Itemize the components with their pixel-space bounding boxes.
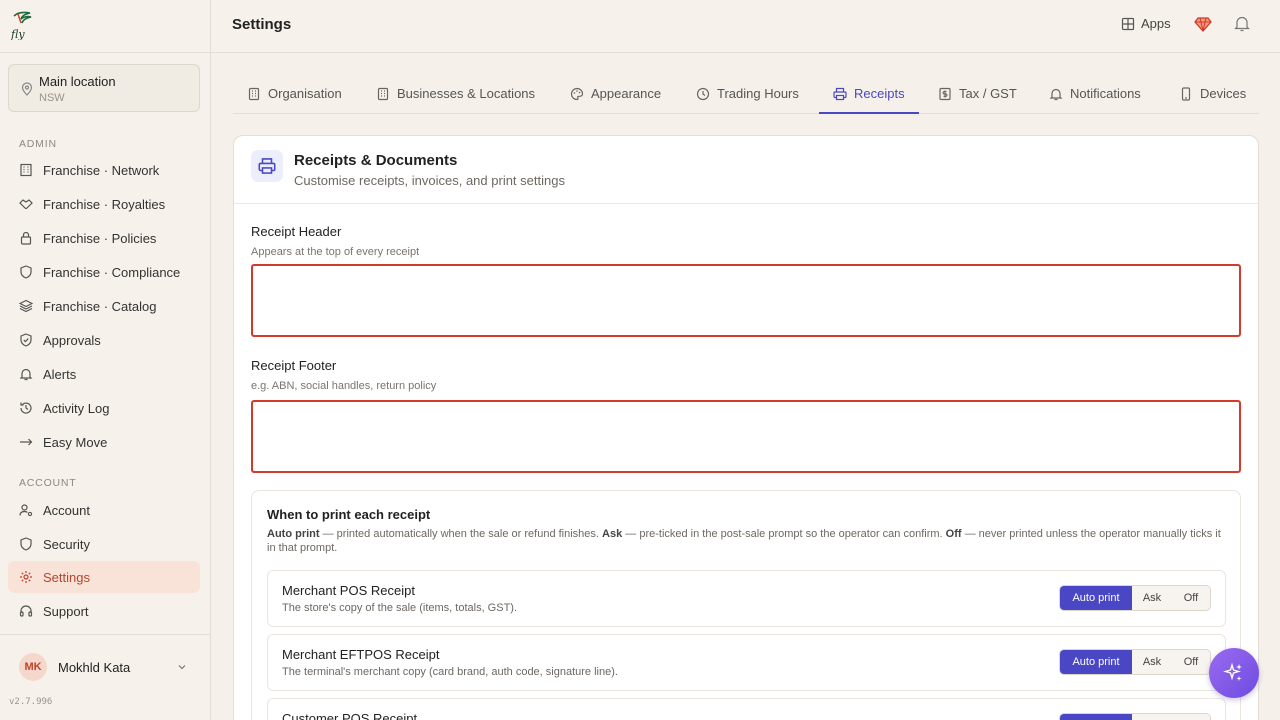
apps-button[interactable]: Apps [1121, 16, 1171, 31]
chevron-down-icon [178, 665, 186, 670]
auto-print-option[interactable]: Auto print [1060, 586, 1132, 610]
sidebar-item-franchise-network[interactable]: Franchise · Network [8, 154, 200, 186]
sidebar-item-easy-move[interactable]: Easy Move [8, 426, 200, 458]
shield-icon [18, 536, 34, 552]
print-mode-toggle: Auto print Ask Off [1059, 585, 1211, 611]
headset-icon [18, 603, 34, 619]
top-header: Settings Apps [211, 0, 1280, 53]
receipt-row-customer-pos: Customer POS Receipt Auto print Ask Off [267, 698, 1226, 720]
receipt-dollar-icon [939, 87, 951, 100]
bell-icon [1049, 88, 1063, 100]
building-icon [248, 87, 260, 100]
map-pin-icon [21, 82, 33, 96]
sidebar-item-settings[interactable]: Settings [8, 561, 200, 593]
location-name: Main location [39, 74, 116, 89]
building-icon [377, 87, 389, 100]
off-option[interactable]: Off [1172, 586, 1210, 610]
receipt-row-merchant-pos: Merchant POS Receipt The store's copy of… [267, 570, 1226, 627]
bell-icon [18, 366, 34, 382]
handshake-icon [18, 196, 34, 212]
off-option[interactable]: Off [1172, 650, 1210, 674]
sidebar-item-franchise-compliance[interactable]: Franchise · Compliance [8, 256, 200, 288]
sidebar-item-alerts[interactable]: Alerts [8, 358, 200, 390]
tab-trading-hours[interactable]: Trading Hours [696, 74, 799, 113]
gem-icon[interactable] [1194, 15, 1212, 33]
print-settings-description: Auto print — printed automatically when … [267, 528, 1221, 554]
ai-assistant-button[interactable] [1209, 648, 1259, 698]
sidebar-item-franchise-royalties[interactable]: Franchise · Royalties [8, 188, 200, 220]
sidebar-item-franchise-policies[interactable]: Franchise · Policies [8, 222, 200, 254]
layers-icon [18, 298, 34, 314]
sidebar-item-approvals[interactable]: Approvals [8, 324, 200, 356]
auto-print-option[interactable]: Auto print [1060, 650, 1132, 674]
app-version: v2.7.996 [9, 697, 53, 707]
sidebar: fly Main location NSW ADMIN Franchise · … [0, 0, 211, 720]
notification-bell-icon[interactable] [1234, 15, 1250, 33]
user-name: Mokhld Kata [58, 660, 131, 675]
print-settings-title: When to print each receipt [267, 507, 431, 522]
off-option[interactable]: Off [1172, 714, 1210, 720]
receipt-header-help: Appears at the top of every receipt [251, 246, 420, 258]
avatar: MK [19, 653, 47, 681]
sidebar-item-franchise-catalog[interactable]: Franchise · Catalog [8, 290, 200, 322]
history-icon [18, 400, 34, 416]
arrow-right-icon [18, 434, 34, 450]
shield-check-icon [18, 332, 34, 348]
card-title: Receipts & Documents [294, 152, 458, 169]
receipt-header-label: Receipt Header [251, 224, 342, 239]
fly-logo[interactable]: fly [10, 10, 34, 40]
receipt-footer-input[interactable] [251, 400, 1241, 473]
page-title: Settings [232, 16, 292, 33]
card-header: Receipts & Documents Customise receipts,… [234, 136, 1258, 204]
location-selector[interactable]: Main location NSW [8, 64, 200, 112]
user-menu[interactable]: MK Mokhld Kata [8, 648, 200, 686]
phone-icon [1181, 86, 1191, 101]
printer-icon [833, 87, 847, 100]
settings-tabs: Organisation Businesses & Locations Appe… [233, 74, 1259, 114]
printer-icon [251, 150, 283, 182]
user-cog-icon [18, 502, 34, 518]
receipt-footer-label: Receipt Footer [251, 358, 337, 373]
sparkles-icon [1223, 662, 1242, 681]
sidebar-item-security[interactable]: Security [8, 528, 200, 560]
shield-icon [18, 264, 34, 280]
grid-icon [1121, 17, 1135, 30]
location-region: NSW [39, 92, 65, 104]
building-icon [18, 162, 34, 178]
tab-devices[interactable]: Devices [1179, 74, 1246, 113]
gear-icon [18, 569, 34, 585]
clock-icon [696, 87, 710, 100]
tab-notifications[interactable]: Notifications [1049, 74, 1141, 113]
tab-tax-gst[interactable]: Tax / GST [938, 74, 1017, 113]
palette-icon [570, 87, 584, 100]
receipt-row-merchant-eftpos: Merchant EFTPOS Receipt The terminal's m… [267, 634, 1226, 691]
ask-option[interactable]: Ask [1132, 714, 1172, 720]
sidebar-item-activity-log[interactable]: Activity Log [8, 392, 200, 424]
receipts-card: Receipts & Documents Customise receipts,… [233, 135, 1259, 720]
sidebar-item-account[interactable]: Account [8, 494, 200, 526]
tab-organisation[interactable]: Organisation [247, 74, 342, 113]
ask-option[interactable]: Ask [1132, 650, 1172, 674]
print-settings-box: When to print each receipt Auto print — … [251, 490, 1241, 720]
receipt-header-input[interactable] [251, 264, 1241, 337]
print-mode-toggle: Auto print Ask Off [1059, 713, 1211, 720]
auto-print-option[interactable]: Auto print [1060, 714, 1132, 720]
receipt-footer-help: e.g. ABN, social handles, return policy [251, 380, 437, 392]
lock-icon [18, 230, 34, 246]
card-subtitle: Customise receipts, invoices, and print … [294, 173, 565, 188]
print-mode-toggle: Auto print Ask Off [1059, 649, 1211, 675]
svg-text:fly: fly [10, 28, 25, 40]
ask-option[interactable]: Ask [1132, 586, 1172, 610]
account-section-label: ACCOUNT [19, 477, 77, 489]
admin-section-label: ADMIN [19, 138, 57, 150]
tab-receipts[interactable]: Receipts [819, 74, 919, 114]
tab-appearance[interactable]: Appearance [570, 74, 661, 113]
tab-businesses-locations[interactable]: Businesses & Locations [376, 74, 535, 113]
sidebar-item-support[interactable]: Support [8, 595, 200, 627]
